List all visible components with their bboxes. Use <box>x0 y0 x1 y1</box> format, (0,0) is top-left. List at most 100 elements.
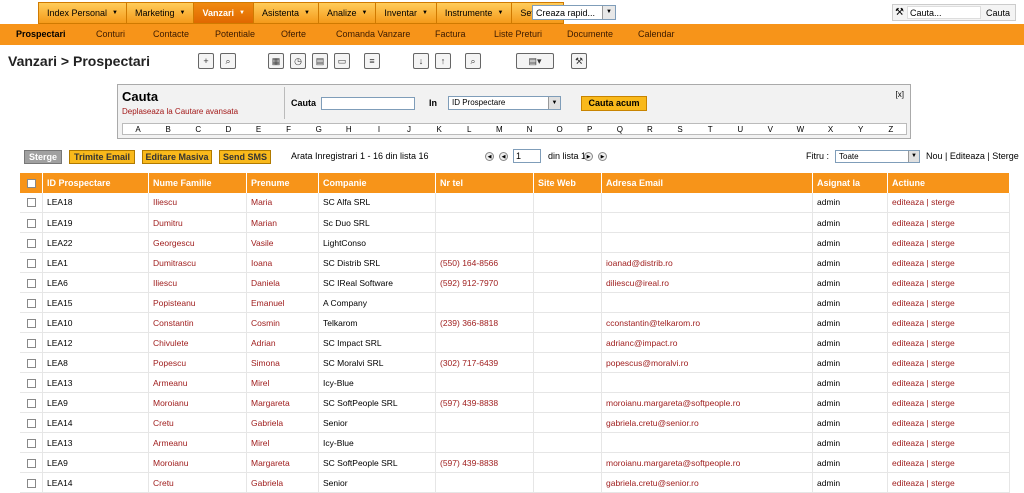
row-actions-links[interactable]: editeaza | sterge <box>892 338 955 348</box>
alpha-letter-r[interactable]: R <box>635 124 665 134</box>
menu-item-vanzari[interactable]: Vanzari ▼ <box>193 2 253 24</box>
last-name-cell[interactable]: Chivulete <box>148 332 247 353</box>
send-email-button[interactable]: Trimite Email <box>69 150 135 164</box>
subnav-item-potentiale[interactable]: Potentiale <box>215 29 255 39</box>
email-cell[interactable]: popescus@moralvi.ro <box>601 352 813 373</box>
menu-item-asistenta[interactable]: Asistenta ▼ <box>252 2 318 24</box>
prev-page-icon[interactable]: ◀ <box>499 152 508 161</box>
alpha-letter-f[interactable]: F <box>274 124 304 134</box>
email-cell[interactable]: cconstantin@telkarom.ro <box>601 312 813 333</box>
row-checkbox[interactable] <box>26 458 36 468</box>
email-cell[interactable]: adrianc@impact.ro <box>601 332 813 353</box>
alpha-letter-b[interactable]: B <box>153 124 183 134</box>
add-icon[interactable]: + <box>198 53 214 69</box>
row-checkbox[interactable] <box>26 338 36 348</box>
search-button[interactable]: Cauta <box>981 8 1015 18</box>
column-header-adresa-email[interactable]: Adresa Email <box>601 172 813 193</box>
last-name-cell[interactable]: Moroianu <box>148 452 247 473</box>
subnav-item-documente[interactable]: Documente <box>567 29 613 39</box>
last-name-cell[interactable]: Cretu <box>148 412 247 433</box>
last-name-cell[interactable]: Iliescu <box>148 272 247 293</box>
subnav-item-liste-preturi[interactable]: Liste Preturi <box>494 29 542 39</box>
email-cell[interactable] <box>601 212 813 233</box>
subnav-item-conturi[interactable]: Conturi <box>96 29 125 39</box>
alpha-letter-y[interactable]: Y <box>846 124 876 134</box>
filter-links[interactable]: Nou | Editeaza | Sterge <box>926 151 1019 161</box>
select-all-checkbox[interactable] <box>27 178 36 188</box>
subnav-item-prospectari[interactable]: Prospectari <box>16 29 66 39</box>
column-header-asignat-la[interactable]: Asignat la <box>812 172 888 193</box>
last-name-cell[interactable]: Dumitrascu <box>148 252 247 273</box>
email-cell[interactable] <box>601 232 813 253</box>
alpha-letter-o[interactable]: O <box>545 124 575 134</box>
alpha-letter-z[interactable]: Z <box>876 124 906 134</box>
last-name-cell[interactable]: Moroianu <box>148 392 247 413</box>
subnav-item-calendar[interactable]: Calendar <box>638 29 675 39</box>
alpha-letter-c[interactable]: C <box>183 124 213 134</box>
last-name-cell[interactable]: Popescu <box>148 352 247 373</box>
email-cell[interactable]: moroianu.margareta@softpeople.ro <box>601 452 813 473</box>
row-checkbox[interactable] <box>26 438 36 448</box>
row-checkbox[interactable] <box>26 218 36 228</box>
row-checkbox[interactable] <box>26 378 36 388</box>
alpha-letter-i[interactable]: I <box>364 124 394 134</box>
row-actions-links[interactable]: editeaza | sterge <box>892 378 955 388</box>
last-name-cell[interactable]: Dumitru <box>148 212 247 233</box>
row-actions-links[interactable]: editeaza | sterge <box>892 298 955 308</box>
alpha-letter-k[interactable]: K <box>424 124 454 134</box>
alpha-letter-g[interactable]: G <box>304 124 334 134</box>
row-checkbox[interactable] <box>26 478 36 488</box>
column-header-site-web[interactable]: Site Web <box>533 172 602 193</box>
row-checkbox[interactable] <box>26 198 36 208</box>
menu-item-marketing[interactable]: Marketing ▼ <box>126 2 194 24</box>
find-duplicates-icon[interactable]: ⌕ <box>465 53 481 69</box>
row-checkbox[interactable] <box>26 318 36 328</box>
column-header-id-prospectare[interactable]: ID Prospectare <box>42 172 149 193</box>
mass-edit-button[interactable]: Editare Masiva <box>142 150 212 164</box>
alpha-letter-v[interactable]: V <box>755 124 785 134</box>
last-name-cell[interactable]: Popisteanu <box>148 292 247 313</box>
alpha-letter-x[interactable]: X <box>816 124 846 134</box>
row-checkbox[interactable] <box>26 278 36 288</box>
alpha-letter-q[interactable]: Q <box>605 124 635 134</box>
menu-item-instrumente[interactable]: Instrumente ▼ <box>435 2 512 24</box>
last-name-cell[interactable]: Armeanu <box>148 372 247 393</box>
alpha-letter-t[interactable]: T <box>695 124 725 134</box>
search-field[interactable] <box>321 97 415 110</box>
row-actions-links[interactable]: editeaza | sterge <box>892 218 955 228</box>
column-header-actiune[interactable]: Actiune <box>887 172 1010 193</box>
column-header-nume-familie[interactable]: Nume Familie <box>148 172 247 193</box>
last-name-cell[interactable]: Armeanu <box>148 432 247 453</box>
email-cell[interactable] <box>601 372 813 393</box>
last-name-cell[interactable]: Constantin <box>148 312 247 333</box>
subnav-item-comanda-vanzare[interactable]: Comanda Vanzare <box>336 29 410 39</box>
search-input[interactable]: Cauta... <box>907 6 981 19</box>
last-name-cell[interactable]: Iliescu <box>148 192 247 213</box>
alpha-letter-s[interactable]: S <box>665 124 695 134</box>
alpha-letter-a[interactable]: A <box>123 124 153 134</box>
alpha-letter-d[interactable]: D <box>213 124 243 134</box>
email-cell[interactable]: ioanad@distrib.ro <box>601 252 813 273</box>
clock-icon[interactable]: ◷ <box>290 53 306 69</box>
email-cell[interactable] <box>601 192 813 213</box>
alpha-letter-n[interactable]: N <box>514 124 544 134</box>
page-input[interactable]: 1 <box>513 149 541 163</box>
row-actions-links[interactable]: editeaza | sterge <box>892 458 955 468</box>
email-cell[interactable] <box>601 432 813 453</box>
row-actions-links[interactable]: editeaza | sterge <box>892 398 955 408</box>
row-checkbox[interactable] <box>26 258 36 268</box>
column-header-prenume[interactable]: Prenume <box>246 172 319 193</box>
alpha-letter-l[interactable]: L <box>454 124 484 134</box>
close-icon[interactable]: [x] <box>896 90 904 99</box>
email-cell[interactable]: moroianu.margareta@softpeople.ro <box>601 392 813 413</box>
subnav-item-factura[interactable]: Factura <box>435 29 466 39</box>
menu-item-index-personal[interactable]: Index Personal ▼ <box>38 2 126 24</box>
alpha-letter-e[interactable]: E <box>243 124 273 134</box>
last-name-cell[interactable]: Georgescu <box>148 232 247 253</box>
menu-item-analize[interactable]: Analize ▼ <box>317 2 376 24</box>
calculator-icon[interactable]: ▤ <box>312 53 328 69</box>
delete-button[interactable]: Sterge <box>24 150 62 164</box>
row-checkbox[interactable] <box>26 298 36 308</box>
next-page-icon[interactable]: ▶ <box>584 152 593 161</box>
row-checkbox[interactable] <box>26 358 36 368</box>
